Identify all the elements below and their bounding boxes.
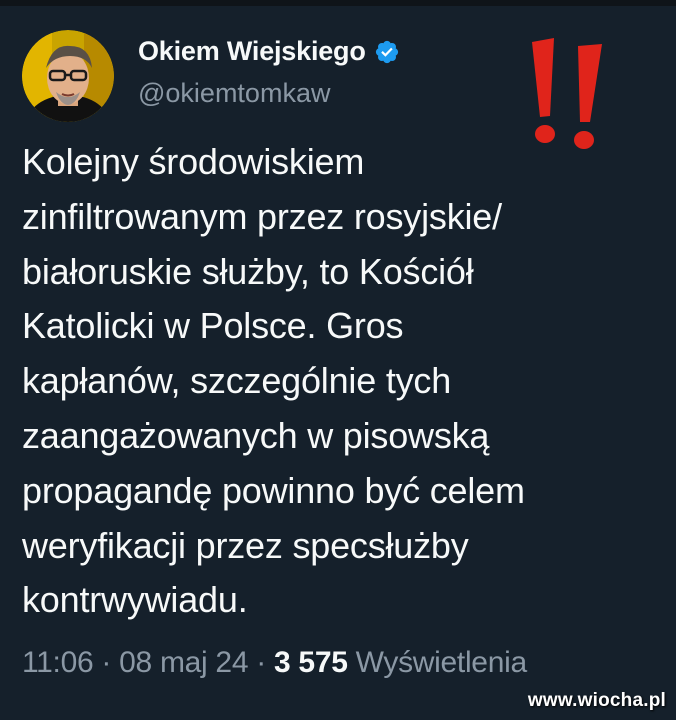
verified-badge-icon [375,40,398,63]
tweet-meta: 11:06 · 08 maj 24 · 3 575 Wyświetlenia [22,646,527,680]
avatar-image [22,30,114,122]
views-count: 3 575 [274,646,348,679]
tweet-time[interactable]: 11:06 [22,646,94,679]
author-handle[interactable]: @okiemtomkaw [138,78,330,109]
top-edge [0,0,676,6]
avatar[interactable] [22,30,114,122]
meta-separator: · [101,646,112,679]
author-display-name[interactable]: Okiem Wiejskiego [138,36,366,67]
views-label: Wyświetlenia [355,646,527,679]
author-name-row: Okiem Wiejskiego [138,36,400,67]
tweet-card: Okiem Wiejskiego @okiemtomkaw Kolejny śr… [0,0,676,720]
tweet-date[interactable]: 08 maj 24 [119,646,248,679]
tweet-text: Kolejny środowiskiem zinfiltrowanym prze… [22,141,525,621]
meta-separator: · [256,646,266,679]
watermark: www.wiocha.pl [527,690,666,711]
